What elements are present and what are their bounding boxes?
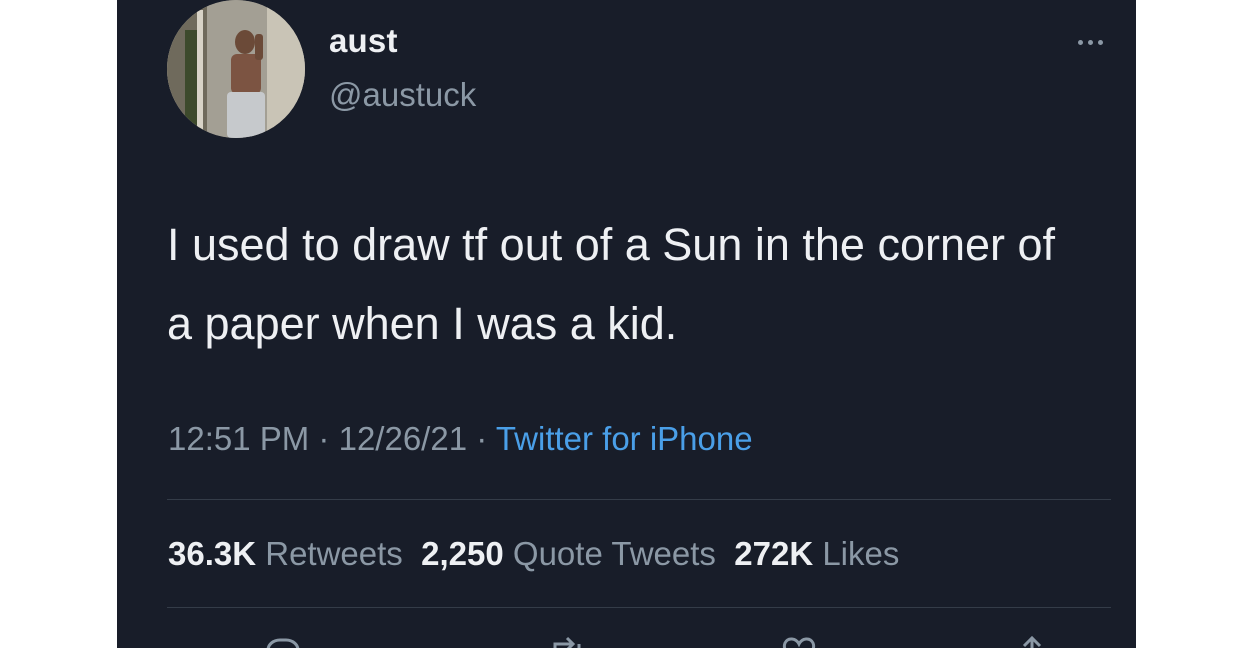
meta-separator: · [318,420,330,457]
more-horizontal-icon-dot [1087,39,1093,45]
retweets-label: Retweets [265,535,403,572]
tweet-source-link[interactable]: Twitter for iPhone [496,420,753,457]
share-icon[interactable] [1012,636,1052,648]
avatar-photo [167,0,305,138]
tweet-card: aust @austuck I used to draw tf out of a… [117,0,1136,648]
likes-label: Likes [822,535,900,572]
author-display-name[interactable]: aust [329,22,398,60]
more-horizontal-icon [1077,39,1083,45]
divider [167,499,1111,500]
likes-count: 272K [734,535,814,572]
retweets-count: 36.3K [168,535,257,572]
tweet-date[interactable]: 12/26/21 [339,420,467,457]
divider [167,607,1111,608]
tweet-stats: 36.3K Retweets 2,250 Quote Tweets 272K L… [168,535,899,573]
author-handle[interactable]: @austuck [329,76,476,114]
more-options-button[interactable] [1065,28,1115,56]
heart-icon[interactable] [779,636,819,648]
quote-tweets-count: 2,250 [421,535,504,572]
retweets-stat[interactable]: 36.3K Retweets [168,535,403,572]
meta-separator: · [476,420,488,457]
tweet-time[interactable]: 12:51 PM [168,420,309,457]
avatar[interactable] [167,0,305,138]
tweet-text: I used to draw tf out of a Sun in the co… [167,219,1056,349]
tweet-actions [167,628,1111,648]
quote-tweets-stat[interactable]: 2,250 Quote Tweets [421,535,716,572]
quote-tweets-label: Quote Tweets [512,535,716,572]
more-horizontal-icon-dot [1097,39,1103,45]
reply-icon[interactable] [262,636,302,648]
likes-stat[interactable]: 272K Likes [734,535,899,572]
tweet-meta: 12:51 PM · 12/26/21 · Twitter for iPhone [168,420,753,458]
retweet-icon[interactable] [547,636,587,648]
